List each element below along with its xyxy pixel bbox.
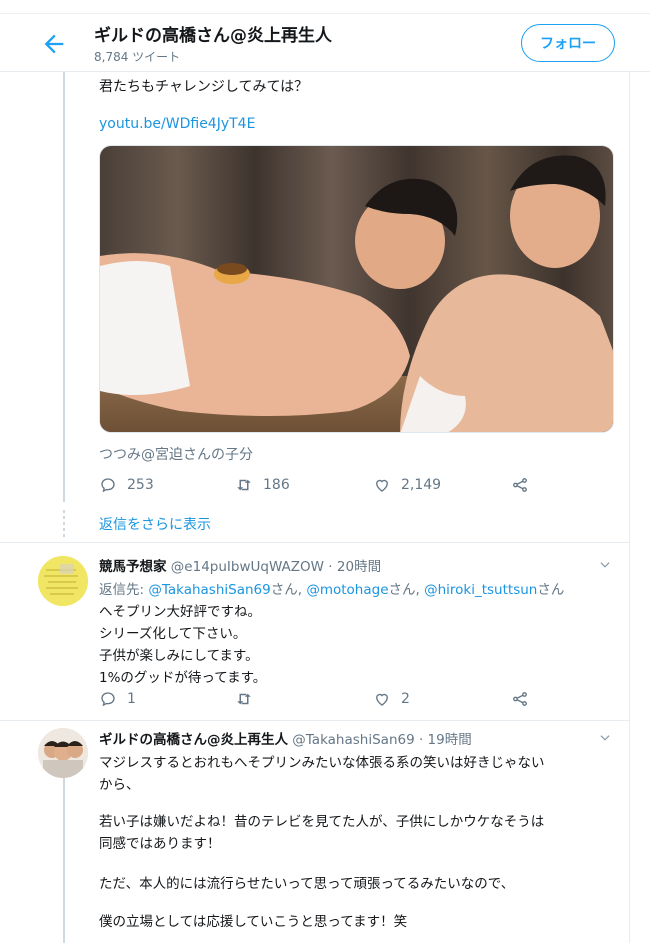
liked-by-label[interactable]: つつみ@宮迫さんの子分 [99, 444, 253, 464]
column-border [629, 72, 630, 943]
reply-text-line: 僕の立場としては応援していこうと思ってます！笑 [99, 914, 408, 930]
tweet-count: 8,784 ツイート [94, 50, 181, 64]
share-icon [513, 478, 527, 492]
reply-to-line: 返信先: @TakahashiSan69さん, @motohageさん, @hi… [99, 578, 564, 598]
mention-link[interactable]: @hiroki_tsuttsun [424, 582, 537, 598]
thread-dots [63, 510, 65, 540]
retweet-icon [237, 479, 251, 491]
reply-author-name[interactable]: ギルドの高橋さん@炎上再生人 [99, 732, 288, 748]
show-more-replies-link[interactable]: 返信をさらに表示 [99, 514, 211, 534]
reply-text-line: から、 [99, 777, 140, 793]
reply-text-line: 子供が楽しみにしてます。 [99, 648, 259, 664]
reply-header: ギルドの高橋さん@炎上再生人 @TakahashiSan69 · 19時間 [99, 728, 472, 748]
reply-text-line: マジレスするとおれもへそプリンみたいな体張る系の笑いは好きじゃない [99, 755, 545, 771]
mention-link[interactable]: @motohage [306, 582, 388, 598]
like-action[interactable]: 2,149 [373, 474, 441, 496]
tweet-media-image[interactable] [99, 145, 614, 433]
avatar-image [38, 728, 88, 778]
thread-line [63, 72, 65, 502]
retweet-count: 186 [263, 477, 290, 493]
reply-icon [101, 692, 115, 707]
heart-icon [376, 479, 388, 492]
mention-separator: さん [537, 582, 565, 598]
divider [0, 542, 629, 543]
status-strip [0, 0, 650, 14]
chevron-down-icon[interactable] [598, 731, 612, 745]
chevron-down-icon[interactable] [598, 558, 612, 572]
follow-button[interactable]: フォロー [521, 24, 615, 62]
photo-illustration [100, 146, 613, 432]
mention-separator: さん, [270, 582, 307, 598]
retweet-action[interactable] [235, 688, 263, 710]
mention-link[interactable]: @TakahashiSan69 [148, 582, 270, 598]
reply-to-prefix: 返信先: [99, 582, 149, 598]
avatar[interactable] [38, 556, 88, 606]
profile-header: ギルドの高橋さん@炎上再生人 8,784 ツイート フォロー [0, 14, 650, 72]
reply-icon [101, 478, 115, 493]
reply-action[interactable]: 1 [99, 688, 136, 710]
tweet-text: 君たちもチャレンジしてみては？ [99, 79, 309, 95]
share-action[interactable] [511, 688, 529, 710]
reply-text-line: 同感ではあります！ [99, 836, 221, 852]
back-arrow-icon[interactable] [40, 30, 68, 58]
avatar-image [38, 556, 88, 606]
reply-action[interactable]: 253 [99, 474, 154, 496]
thread-line [63, 778, 65, 943]
reply-text-line: へそプリン大好評ですね。 [99, 604, 261, 620]
share-icon [513, 692, 527, 706]
mention-separator: さん, [388, 582, 425, 598]
reply-count: 253 [127, 477, 154, 493]
reply-author-name[interactable]: 競馬予想家 [99, 559, 167, 575]
reply-handle-time: @e14puIbwUqWAZOW · 20時間 [170, 559, 382, 575]
like-action[interactable]: 2 [373, 688, 410, 710]
reply-text-line: シリーズ化して下さい。 [99, 626, 247, 642]
share-action[interactable] [511, 474, 529, 496]
avatar[interactable] [38, 728, 88, 778]
reply-text-line: 1%のグッドが待ってます。 [99, 670, 267, 686]
reply-text-line: 若い子は嫌いだよね！昔のテレビを見てた人が、子供にしかウケなそうは [99, 814, 545, 830]
page-title: ギルドの高橋さん@炎上再生人 [94, 26, 332, 46]
like-count: 2,149 [401, 477, 442, 493]
like-count: 2 [401, 691, 410, 707]
retweet-action[interactable]: 186 [235, 474, 290, 496]
divider [0, 720, 629, 721]
retweet-icon [237, 693, 251, 705]
tweet-link[interactable]: youtu.be/WDfie4JyT4E [99, 116, 255, 132]
heart-icon [376, 693, 388, 706]
reply-count: 1 [127, 691, 136, 707]
reply-text-line: ただ、本人的には流行らせたいって思って頑張ってるみたいなので、 [99, 876, 515, 892]
reply-handle-time: @TakahashiSan69 · 19時間 [292, 732, 472, 748]
reply-header: 競馬予想家 @e14puIbwUqWAZOW · 20時間 [99, 555, 381, 575]
